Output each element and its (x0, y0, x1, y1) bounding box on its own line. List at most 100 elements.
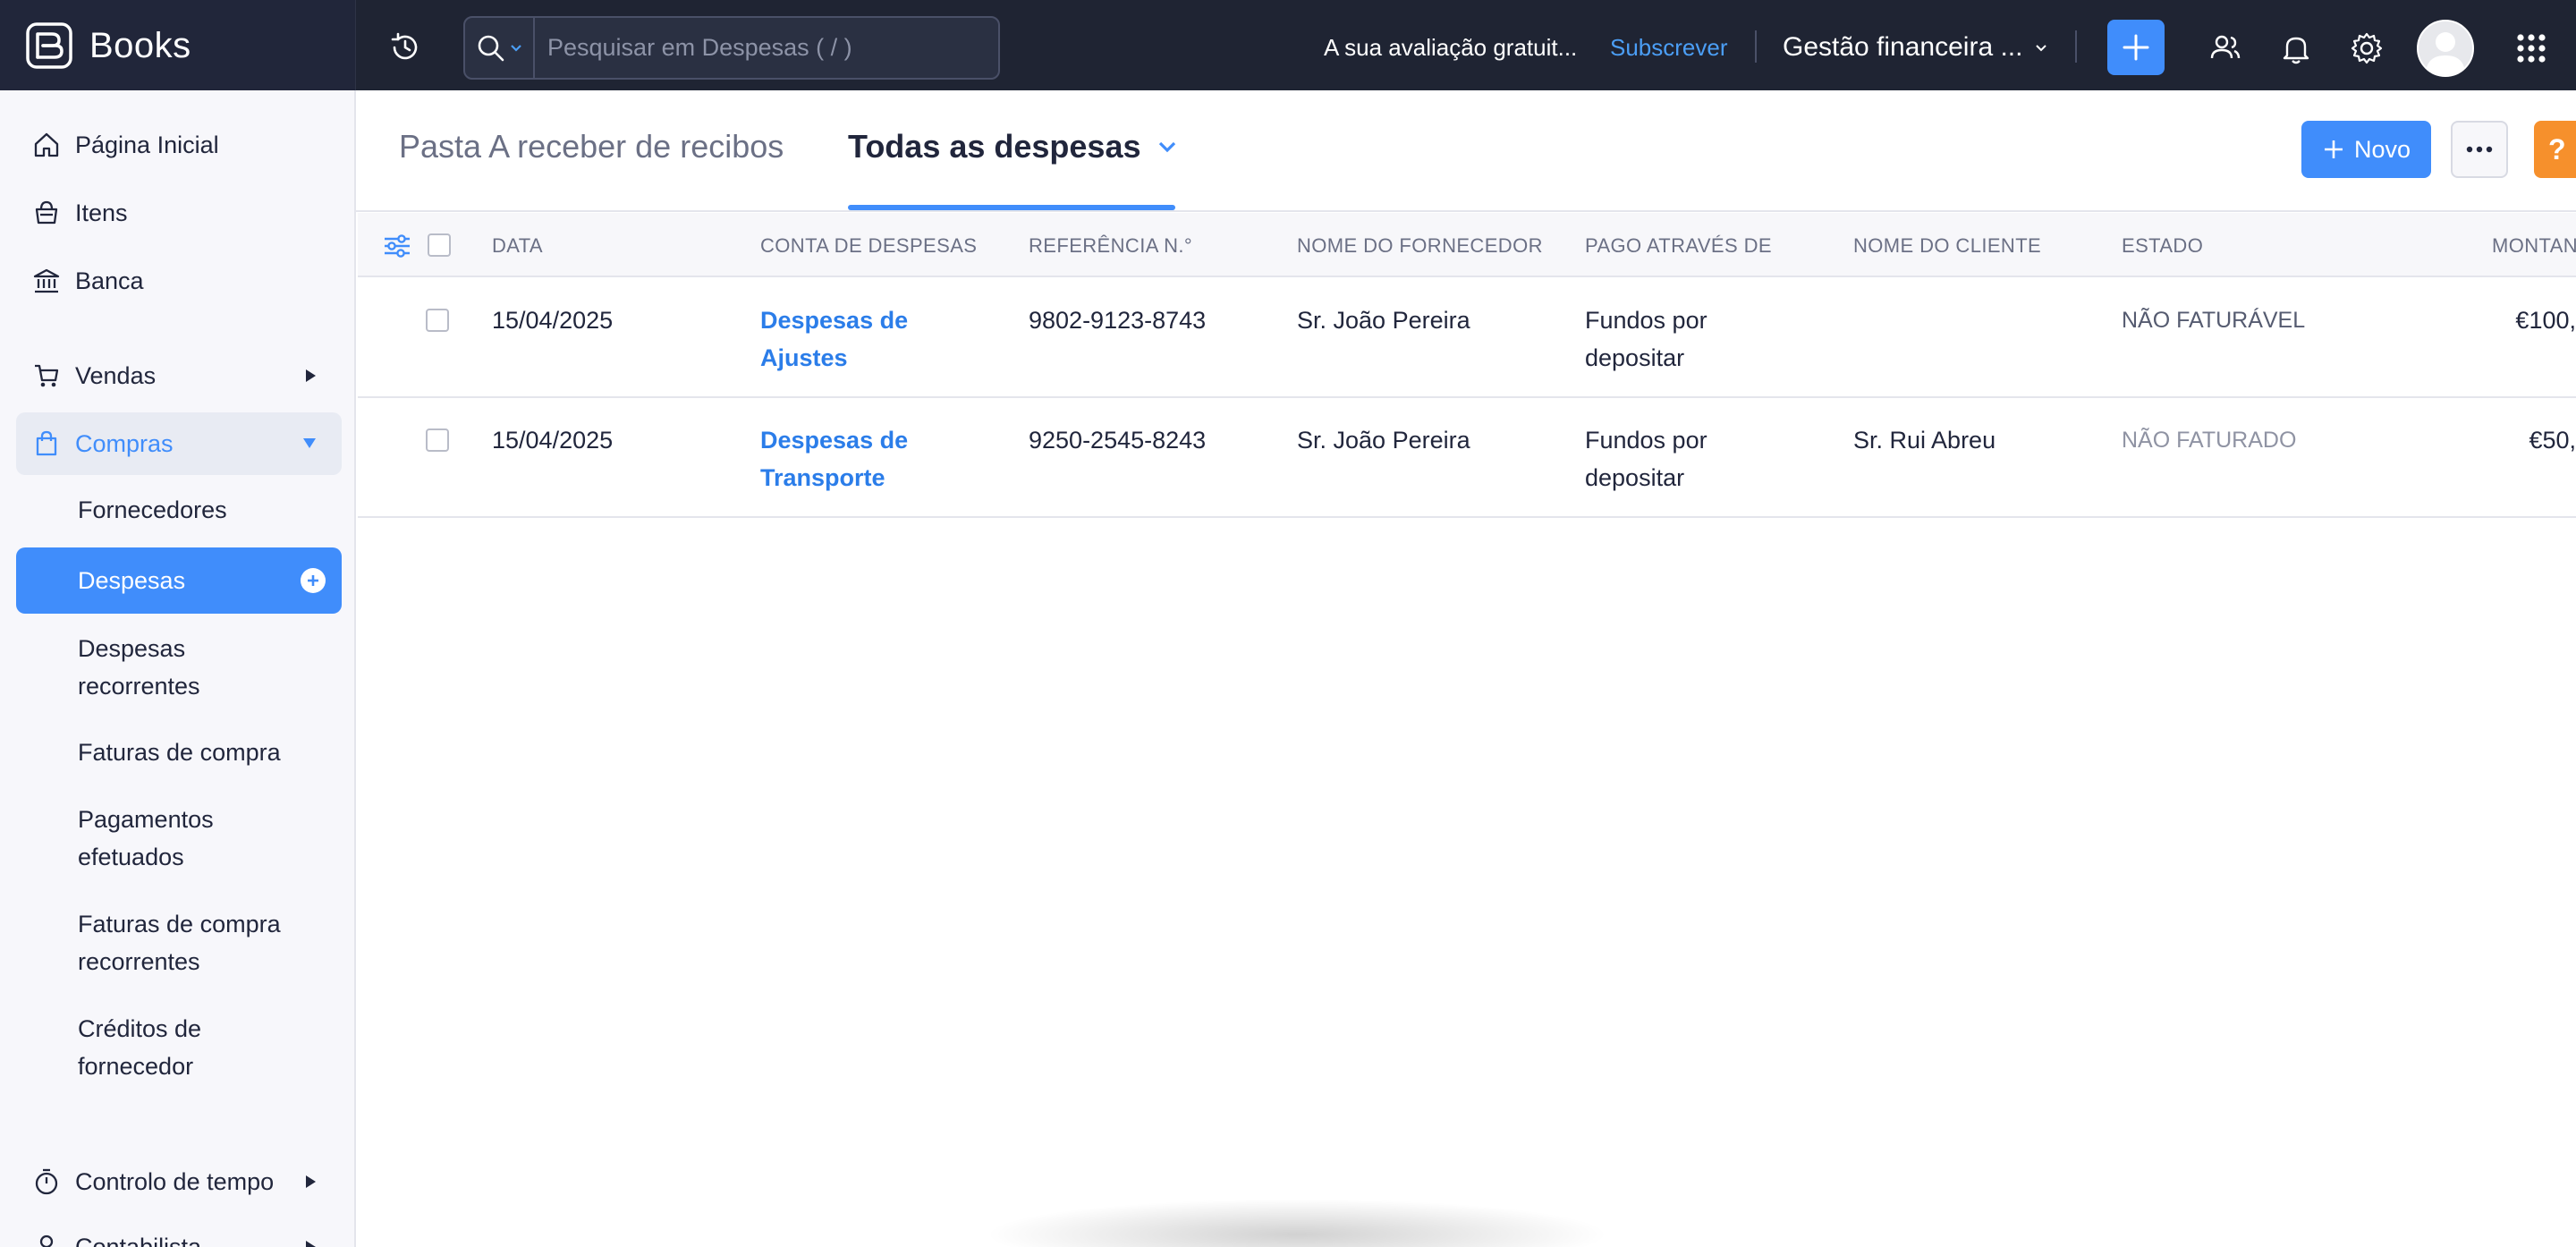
cell-line: Fundos por (1585, 427, 1707, 454)
trial-notice: A sua avaliação gratuit... (1324, 34, 1578, 61)
brand-zone: Books (0, 0, 356, 90)
sidebar-item-time-tracking[interactable]: Controlo de tempo (16, 1150, 342, 1213)
sidebar-item-expenses[interactable]: Despesas (16, 547, 342, 614)
active-tab-indicator (848, 205, 1175, 210)
sidebar-item-label: Compras (75, 429, 174, 457)
subscribe-link[interactable]: Subscrever (1610, 34, 1728, 62)
cell-customer: Sr. Rui Abreu (1853, 427, 1996, 454)
cell-expense-account[interactable]: Despesas de Ajustes (760, 301, 908, 377)
row-checkbox[interactable] (426, 428, 449, 452)
more-options-button[interactable] (2451, 121, 2508, 178)
row-checkbox[interactable] (426, 309, 449, 332)
sidebar-item-home[interactable]: Página Inicial (16, 114, 342, 176)
sidebar-item-recurring-expenses[interactable]: Despesas recorrentes (16, 630, 284, 705)
select-all-checkbox[interactable] (428, 233, 451, 257)
sidebar-item-items[interactable]: Itens (16, 182, 342, 244)
help-label: ? (2548, 132, 2566, 165)
sidebar-item-label: Vendas (75, 361, 157, 389)
cell-line: Despesas de (760, 307, 909, 334)
column-header-amount[interactable]: MONTAN (2492, 234, 2576, 258)
sidebar-item-label: Itens (75, 199, 128, 226)
cell-paid-through: Fundos por depositar (1585, 421, 1707, 496)
column-settings-icon[interactable] (383, 233, 411, 259)
cell-paid-through: Fundos por depositar (1585, 301, 1707, 377)
cell-amount: €100, (2515, 307, 2576, 334)
cell-line: Transporte (760, 464, 886, 491)
sidebar-item-label: Controlo de tempo (75, 1167, 275, 1195)
cell-date: 15/04/2025 (492, 427, 614, 454)
cell-reference: 9802-9123-8743 (1029, 307, 1207, 334)
column-header-date[interactable]: DATA (492, 234, 543, 258)
view-title: Todas as despesas (848, 128, 1141, 165)
home-icon (30, 129, 63, 161)
search-input[interactable]: Pesquisar em Despesas ( / ) (535, 34, 852, 62)
cell-line: Fundos por (1585, 307, 1707, 334)
column-header-reference[interactable]: REFERÊNCIA N.° (1029, 234, 1192, 258)
sidebar-item-bills[interactable]: Faturas de compra (16, 734, 342, 771)
column-header-expense-account[interactable]: CONTA DE DESPESAS (760, 234, 977, 258)
plus-icon (2123, 34, 2149, 61)
cell-status: NÃO FATURADO (2122, 428, 2297, 453)
cell-line: depositar (1585, 464, 1685, 491)
column-header-customer[interactable]: NOME DO CLIENTE (1853, 234, 2041, 258)
chevron-down-icon (2036, 45, 2047, 52)
top-bar: Books Pesquisar em Despesas ( / ) A sua … (0, 0, 2576, 90)
sidebar-item-vendors[interactable]: Fornecedores (16, 491, 342, 529)
sidebar-item-label: Banca (75, 267, 144, 294)
table-header: DATA CONTA DE DESPESAS REFERÊNCIA N.° NO… (358, 213, 2576, 277)
cell-line: Ajustes (760, 344, 848, 371)
cell-expense-account[interactable]: Despesas de Transporte (760, 421, 908, 496)
new-expense-button[interactable]: Novo (2301, 121, 2431, 178)
sidebar: Página Inicial Itens Banca Vendas Compra… (0, 90, 356, 1247)
stopwatch-icon (30, 1166, 63, 1198)
avatar-icon (2426, 32, 2465, 75)
app-grid-icon[interactable] (2513, 30, 2549, 66)
divider (2075, 30, 2077, 63)
user-avatar[interactable] (2417, 20, 2474, 77)
column-header-vendor[interactable]: NOME DO FORNECEDOR (1297, 234, 1543, 258)
notifications-bell-icon[interactable] (2278, 30, 2314, 66)
search-filter-toggle[interactable] (465, 18, 535, 78)
tab-all-expenses[interactable]: Todas as despesas (848, 128, 1177, 165)
books-logo-icon (26, 22, 72, 69)
column-header-paid-through[interactable]: PAGO ATRAVÉS DE (1585, 234, 1772, 258)
sidebar-item-accountant[interactable]: Contabilista (16, 1216, 342, 1247)
table-row[interactable]: 15/04/2025 Despesas de Transporte 9250-2… (358, 398, 2576, 518)
cell-vendor: Sr. João Pereira (1297, 307, 1470, 334)
cell-reference: 9250-2545-8243 (1029, 427, 1207, 454)
sidebar-item-recurring-bills[interactable]: Faturas de compra recorrentes (16, 905, 320, 980)
sidebar-item-sales[interactable]: Vendas (16, 344, 342, 407)
table-row[interactable]: 15/04/2025 Despesas de Ajustes 9802-9123… (358, 278, 2576, 398)
sidebar-item-label: Página Inicial (75, 131, 219, 158)
divider (1755, 30, 1757, 63)
settings-gear-icon[interactable] (2349, 30, 2385, 66)
shopping-bag-icon (30, 428, 63, 460)
caret-right-icon (306, 1175, 316, 1188)
sidebar-item-purchases[interactable]: Compras (16, 412, 342, 475)
organization-name: Gestão financeira ... (1783, 32, 2023, 62)
sidebar-item-vendor-credits[interactable]: Créditos de fornecedor (16, 1010, 275, 1085)
sidebar-item-label: Contabilista (75, 1233, 202, 1247)
add-expense-icon[interactable] (301, 568, 326, 593)
brand[interactable]: Books (25, 21, 191, 70)
tab-receipts-inbox[interactable]: Pasta A receber de recibos (399, 128, 784, 165)
quick-create-button[interactable] (2107, 20, 2165, 75)
search-box[interactable]: Pesquisar em Despesas ( / ) (463, 16, 1000, 80)
user-icon (30, 1231, 63, 1247)
users-icon[interactable] (2207, 30, 2243, 66)
basket-icon (30, 197, 63, 229)
help-button[interactable]: ? (2534, 121, 2576, 178)
sidebar-item-banking[interactable]: Banca (16, 250, 342, 312)
chevron-down-icon (511, 44, 521, 52)
search-icon (478, 35, 504, 61)
cart-icon (30, 360, 63, 392)
cell-line: depositar (1585, 344, 1685, 371)
cell-date: 15/04/2025 (492, 307, 614, 334)
caret-right-icon (306, 1241, 316, 1247)
new-button-label: Novo (2353, 135, 2411, 163)
recent-history-icon[interactable] (387, 30, 423, 65)
bank-icon (30, 265, 63, 297)
sidebar-item-payments-made[interactable]: Pagamentos efetuados (16, 801, 284, 876)
column-header-status[interactable]: ESTADO (2122, 234, 2203, 258)
organization-switcher[interactable]: Gestão financeira ... (1783, 32, 2047, 63)
